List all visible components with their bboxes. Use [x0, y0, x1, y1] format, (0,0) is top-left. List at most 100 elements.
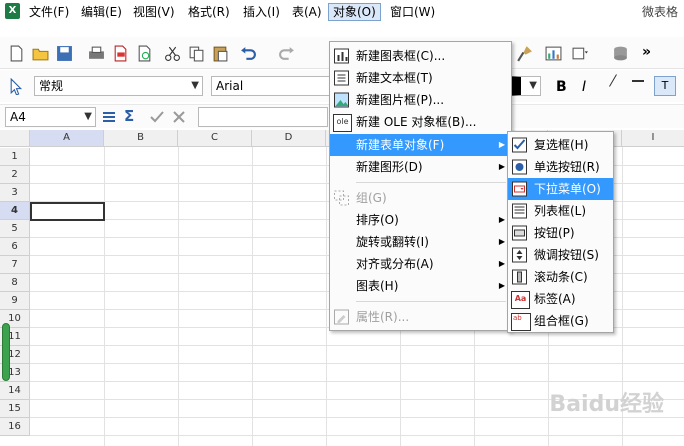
- cancel-icon[interactable]: [172, 110, 186, 124]
- ole-icon: ole: [333, 114, 352, 132]
- row-header[interactable]: 2: [0, 166, 30, 184]
- listbox-icon: [512, 203, 527, 219]
- text-frame-icon: [334, 70, 349, 86]
- menu-view[interactable]: 视图(V): [129, 3, 179, 21]
- label-icon: Aa: [511, 291, 530, 309]
- font-name-select[interactable]: Arial: [211, 76, 331, 96]
- new-document-icon[interactable]: [8, 45, 25, 62]
- underline-icon[interactable]: [632, 80, 644, 82]
- submenu-item-listbox[interactable]: 列表框(L): [508, 200, 613, 222]
- menu-item-chart[interactable]: 图表(H) ▶: [330, 275, 511, 297]
- submenu-item-spinner[interactable]: 微调按钮(S): [508, 244, 613, 266]
- menu-item-rotate-flip[interactable]: 旋转或翻转(I) ▶: [330, 231, 511, 253]
- menu-object[interactable]: 对象(O): [328, 3, 381, 21]
- cell-style-value: 常规: [39, 79, 64, 93]
- function-list-icon[interactable]: [102, 110, 116, 124]
- column-header-d[interactable]: D: [252, 130, 326, 147]
- cell-reference-box[interactable]: A4 ▼: [5, 107, 96, 127]
- menu-item-align-distribute[interactable]: 对齐或分布(A) ▶: [330, 253, 511, 275]
- row-header[interactable]: 4: [0, 202, 30, 220]
- redo-icon[interactable]: [278, 45, 295, 62]
- menu-item-new-shape[interactable]: 新建图形(D) ▶: [330, 156, 511, 178]
- row-header[interactable]: 3: [0, 184, 30, 202]
- row-header[interactable]: 16: [0, 418, 30, 436]
- accept-icon[interactable]: [150, 110, 164, 124]
- print-icon[interactable]: [88, 45, 105, 62]
- scrollbar-icon: [512, 269, 527, 285]
- menu-item-properties: 属性(R)...: [330, 306, 511, 328]
- row-header[interactable]: 8: [0, 274, 30, 292]
- menu-item-new-ole-frame[interactable]: ole 新建 OLE 对象框(B)...: [330, 111, 511, 133]
- text-wrap-icon[interactable]: T: [654, 76, 676, 96]
- row-header[interactable]: 7: [0, 256, 30, 274]
- paste-icon[interactable]: [212, 45, 229, 62]
- sum-icon[interactable]: Σ: [124, 107, 134, 125]
- column-header-c[interactable]: C: [178, 130, 252, 147]
- form-object-submenu: 复选框(H) 单选按钮(R) 下拉菜单(O) 列表框(L) 按钮(P) 微调按钮…: [507, 131, 614, 333]
- row-header[interactable]: 1: [0, 148, 30, 166]
- menu-bar: X 文件(F) 编辑(E) 视图(V) 格式(R) 插入(I) 表(A) 对象(…: [0, 0, 684, 22]
- button-icon: [512, 225, 527, 241]
- menu-item-new-chart-frame[interactable]: 新建图表框(C)...: [330, 45, 511, 67]
- picture-frame-icon: [334, 92, 349, 108]
- menu-file[interactable]: 文件(F): [25, 3, 73, 21]
- radio-button-icon: [512, 159, 527, 175]
- menu-item-new-text-frame[interactable]: 新建文本框(T): [330, 67, 511, 89]
- cut-icon[interactable]: [164, 45, 181, 62]
- menu-table[interactable]: 表(A): [288, 3, 326, 21]
- undo-icon[interactable]: [240, 45, 257, 62]
- submenu-item-button[interactable]: 按钮(P): [508, 222, 613, 244]
- insert-object-icon[interactable]: [572, 45, 589, 62]
- font-size-select[interactable]: ▼: [507, 76, 541, 96]
- column-header-b[interactable]: B: [104, 130, 178, 147]
- select-all-corner[interactable]: [0, 130, 30, 147]
- spinner-icon: [512, 247, 527, 263]
- submenu-item-label[interactable]: Aa 标签(A): [508, 288, 613, 310]
- scroll-handle[interactable]: [2, 323, 10, 381]
- submenu-arrow-icon: ▶: [498, 259, 505, 268]
- paintbrush-icon[interactable]: [516, 45, 533, 62]
- chevron-down-icon: ▼: [529, 80, 537, 91]
- open-folder-icon[interactable]: [32, 45, 49, 62]
- strikethrough-icon[interactable]: [609, 74, 617, 87]
- database-icon[interactable]: [612, 45, 629, 62]
- row-header[interactable]: 14: [0, 382, 30, 400]
- row-header[interactable]: 6: [0, 238, 30, 256]
- bold-button[interactable]: B: [556, 79, 567, 95]
- submenu-arrow-icon: ▶: [498, 281, 505, 290]
- submenu-item-groupbox[interactable]: ab 组合框(G): [508, 310, 613, 332]
- export-pdf-icon[interactable]: [112, 45, 129, 62]
- print-preview-icon[interactable]: [136, 45, 153, 62]
- column-header-i[interactable]: I: [622, 130, 684, 147]
- chevron-down-icon: ▼: [191, 80, 199, 91]
- row-header[interactable]: 9: [0, 292, 30, 310]
- menu-insert[interactable]: 插入(I): [239, 3, 284, 21]
- cell-style-select[interactable]: 常规 ▼: [34, 76, 203, 96]
- submenu-item-checkbox[interactable]: 复选框(H): [508, 134, 613, 156]
- submenu-item-scrollbar[interactable]: 滚动条(C): [508, 266, 613, 288]
- watermark-text: Baidu经验: [549, 392, 664, 417]
- menu-edit[interactable]: 编辑(E): [77, 3, 126, 21]
- save-icon[interactable]: [56, 45, 73, 62]
- select-pointer-icon[interactable]: [8, 78, 25, 95]
- row-header[interactable]: 15: [0, 400, 30, 418]
- italic-button[interactable]: I: [582, 79, 586, 95]
- menu-item-new-form-object[interactable]: 新建表单对象(F) ▶: [330, 134, 511, 156]
- chart-icon[interactable]: [545, 45, 562, 62]
- menu-item-new-picture-frame[interactable]: 新建图片框(P)...: [330, 89, 511, 111]
- menu-format[interactable]: 格式(R): [184, 3, 234, 21]
- row-header[interactable]: 5: [0, 220, 30, 238]
- menu-item-order[interactable]: 排序(O) ▶: [330, 209, 511, 231]
- object-menu: 新建图表框(C)... 新建文本框(T) 新建图片框(P)... ole 新建 …: [329, 41, 512, 331]
- copy-icon[interactable]: [188, 45, 205, 62]
- toolbar-overflow-button[interactable]: »: [642, 44, 651, 60]
- column-header-a[interactable]: A: [30, 130, 104, 147]
- selected-cell[interactable]: [30, 202, 105, 221]
- properties-icon: [334, 309, 349, 325]
- submenu-item-radio-button[interactable]: 单选按钮(R): [508, 156, 613, 178]
- formula-input[interactable]: [198, 107, 328, 127]
- checkbox-icon: [512, 137, 527, 153]
- groupbox-icon: ab: [511, 313, 531, 331]
- menu-window[interactable]: 窗口(W): [386, 3, 439, 21]
- submenu-item-dropdown[interactable]: 下拉菜单(O): [508, 178, 613, 200]
